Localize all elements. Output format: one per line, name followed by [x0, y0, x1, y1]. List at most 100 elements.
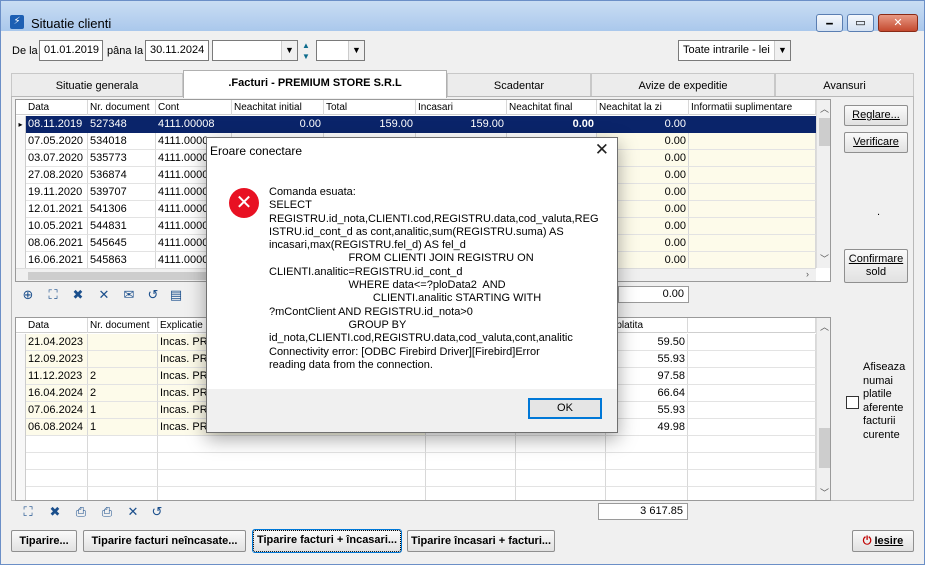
title-bar[interactable]: ⚡ Situatie clienti 🗕 ▭ ✕	[1, 1, 924, 32]
ok-button[interactable]: OK	[528, 398, 602, 419]
table-row[interactable]	[16, 453, 816, 470]
table-row[interactable]: ▸ 08.11.2019 527348 4111.00008 0.00 159.00 159…	[16, 116, 816, 133]
scroll-thumb[interactable]	[28, 272, 218, 280]
entries-combo[interactable]: Toate intrarile - lei ▼	[678, 40, 791, 61]
cancel-icon[interactable]: ✕	[95, 287, 113, 303]
invoices-grid-header: Data Nr. document Cont Neachitat initial…	[16, 100, 816, 115]
print-preview-icon[interactable]: ⎙	[98, 504, 116, 520]
column-header[interactable]: Informatii suplimentare	[689, 100, 816, 115]
close-button[interactable]: ✕	[878, 14, 918, 32]
tab-situatie-generala[interactable]: Situatie generala	[11, 73, 183, 97]
mail-icon[interactable]: ✉	[120, 287, 138, 303]
dialog-message: Comanda esuata: SELECT REGISTRU.id_nota,…	[269, 186, 599, 371]
row-indicator[interactable]	[16, 235, 26, 252]
scroll-thumb[interactable]	[819, 118, 830, 146]
table-row[interactable]	[16, 470, 816, 487]
row-indicator[interactable]	[16, 184, 26, 201]
table-row[interactable]	[16, 487, 816, 500]
row-indicator[interactable]	[16, 487, 26, 500]
scroll-thumb[interactable]	[819, 428, 830, 468]
tab-avansuri[interactable]: Avansuri	[775, 73, 914, 97]
column-header[interactable]: Data	[26, 100, 88, 115]
tiparire-facturi-incasari-button[interactable]: Tiparire facturi + încasari...	[252, 529, 402, 553]
row-indicator[interactable]	[16, 133, 26, 150]
chevron-down-icon[interactable]: ﹀	[817, 486, 830, 499]
payments-vscroll[interactable]: ︿ ﹀	[816, 318, 830, 500]
column-header[interactable]: Neachitat la zi	[597, 100, 689, 115]
dialog-close-button[interactable]: ✕	[595, 140, 609, 160]
table-cell: 08.06.2021	[26, 235, 88, 252]
column-header[interactable]: Neachitat final	[507, 100, 597, 115]
undo-icon[interactable]: ↺	[148, 504, 166, 520]
period-combo[interactable]: ▼	[212, 40, 298, 61]
chevron-down-icon[interactable]: ﹀	[817, 252, 830, 265]
table-cell: 545863	[88, 252, 156, 269]
column-header[interactable]: Nr. document	[88, 100, 156, 115]
column-header[interactable]: Cont	[156, 100, 232, 115]
chevron-down-icon[interactable]: ▼	[348, 41, 364, 60]
invoices-vscroll[interactable]: ︿ ﹀	[816, 100, 830, 268]
print-icon[interactable]: ⎙	[72, 504, 90, 520]
row-indicator[interactable]	[16, 252, 26, 269]
column-header[interactable]: Neachitat initial	[232, 100, 324, 115]
table-cell: 97.58	[606, 368, 688, 385]
binoculars-icon[interactable]: ⛶	[44, 287, 62, 303]
iesire-button[interactable]: ⏻ Iesire	[852, 530, 914, 552]
row-indicator[interactable]: ▸	[16, 116, 26, 133]
table-cell: 21.04.2023	[26, 334, 88, 351]
chevron-up-icon[interactable]: ︿	[817, 320, 830, 333]
table-cell: 536874	[88, 167, 156, 184]
row-indicator[interactable]	[16, 150, 26, 167]
row-indicator[interactable]	[16, 453, 26, 470]
year-combo[interactable]: ▼	[316, 40, 365, 61]
tiparire-incasari-facturi-button[interactable]: Tiparire încasari + facturi...	[407, 530, 555, 552]
confirmare-sold-button[interactable]: Confirmare sold	[844, 249, 908, 283]
column-header[interactable]: Nr. document	[88, 318, 158, 333]
delete-filter-icon[interactable]: ✖	[69, 287, 87, 303]
to-date-field[interactable]: 30.11.2024	[145, 40, 209, 61]
cancel-icon[interactable]: ✕	[124, 504, 142, 520]
chevron-up-icon[interactable]: ︿	[817, 102, 830, 115]
row-indicator[interactable]	[16, 334, 26, 351]
spin-down-icon[interactable]: ▼	[302, 52, 310, 61]
row-indicator[interactable]	[16, 419, 26, 436]
row-indicator[interactable]	[16, 218, 26, 235]
chevron-down-icon[interactable]: ▼	[774, 41, 790, 60]
app-icon: ⚡	[10, 15, 24, 29]
column-header[interactable]	[688, 318, 816, 333]
row-indicator[interactable]	[16, 385, 26, 402]
from-date-field[interactable]: 01.01.2019	[39, 40, 103, 61]
tiparire-button[interactable]: Tiparire...	[11, 530, 77, 552]
row-indicator[interactable]	[16, 201, 26, 218]
row-indicator[interactable]	[16, 368, 26, 385]
row-indicator[interactable]	[16, 470, 26, 487]
binoculars-icon[interactable]: ⛶	[19, 504, 37, 520]
column-header[interactable]: Total	[324, 100, 416, 115]
chevron-down-icon[interactable]: ▼	[281, 41, 297, 60]
filter-payments-checkbox[interactable]	[846, 396, 859, 409]
reglare-button[interactable]: Reglare...	[844, 105, 908, 126]
chevron-right-icon[interactable]: ›	[800, 269, 815, 279]
row-indicator[interactable]	[16, 167, 26, 184]
table-cell	[26, 470, 88, 487]
maximize-button[interactable]: ▭	[847, 14, 874, 32]
calculator-icon[interactable]: ▤	[167, 287, 185, 303]
filter-icon[interactable]: ⊕	[19, 287, 37, 303]
column-header[interactable]: a platita	[606, 318, 688, 333]
tab-scadentar[interactable]: Scadentar	[447, 73, 591, 97]
spin-up-icon[interactable]: ▲	[302, 41, 310, 50]
row-indicator[interactable]	[16, 436, 26, 453]
tiparire-facturi-neincasate-button[interactable]: Tiparire facturi neîncasate...	[83, 530, 246, 552]
row-indicator[interactable]	[16, 402, 26, 419]
tab-facturi[interactable]: .Facturi - PREMIUM STORE S.R.L	[183, 70, 447, 98]
tab-avize-expeditie[interactable]: Avize de expeditie	[591, 73, 775, 97]
undo-icon[interactable]: ↺	[144, 287, 162, 303]
table-row[interactable]	[16, 436, 816, 453]
column-header[interactable]: Incasari	[416, 100, 507, 115]
column-header[interactable]: Data	[26, 318, 88, 333]
delete-filter-icon[interactable]: ✖	[46, 504, 64, 520]
verificare-button[interactable]: Verificare	[844, 132, 908, 153]
minimize-button[interactable]: 🗕	[816, 14, 843, 32]
filter-payments-label[interactable]: Afiseaza numai platile aferente facturii…	[863, 361, 905, 442]
row-indicator[interactable]	[16, 351, 26, 368]
